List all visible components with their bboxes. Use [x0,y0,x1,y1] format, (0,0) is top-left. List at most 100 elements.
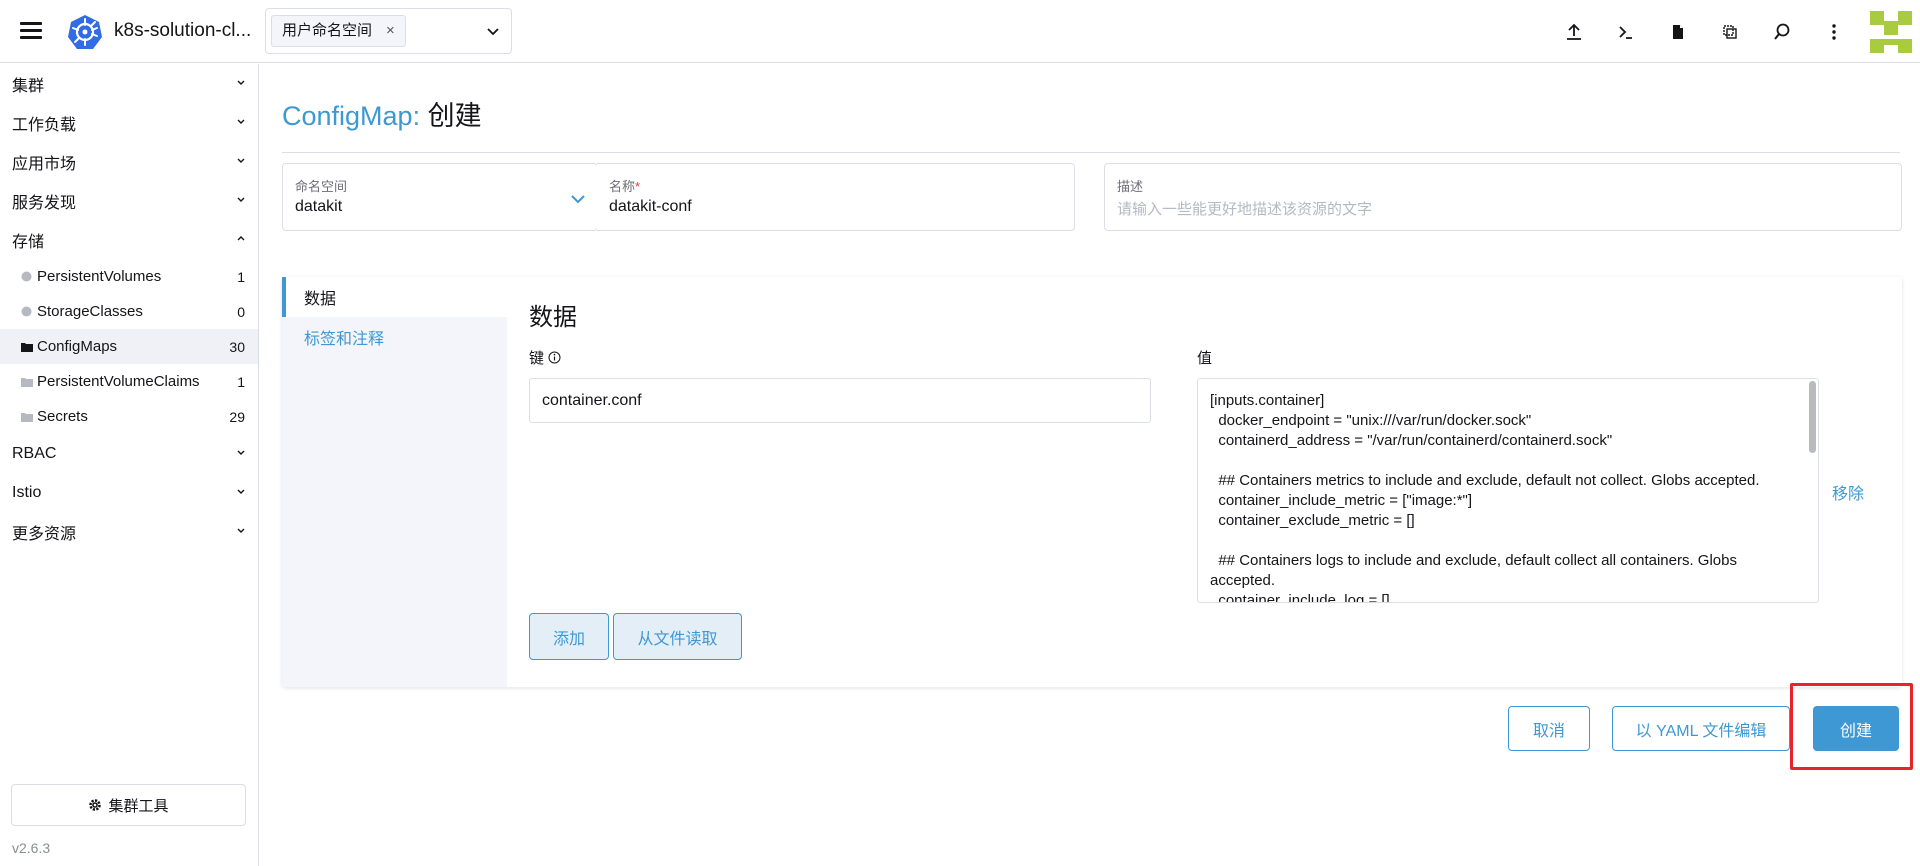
chevron-down-icon [237,528,245,533]
chevron-down-icon [237,489,245,494]
description-placeholder: 请输入一些能更好地描述该资源的文字 [1117,201,1373,218]
nav-group-label: 应用市场 [12,155,77,173]
main-content: ConfigMap: 创建 命名空间 datakit 名称* datakit-c… [260,64,1920,866]
value-label: 值 [1197,350,1213,367]
sidebar-item-secrets[interactable]: Secrets 29 [0,399,258,434]
menu-icon[interactable] [20,22,42,40]
chevron-down-icon [237,158,245,163]
version-label: v2.6.3 [12,840,51,856]
globe-icon [20,305,33,318]
folder-icon [20,410,33,423]
key-input[interactable]: container.conf [529,378,1151,423]
nav-group-workload[interactable]: 工作负载 [0,103,258,142]
nav-group-apps[interactable]: 应用市场 [0,142,258,181]
chevron-down-icon [237,80,245,85]
nav-group-storage[interactable]: 存储 [0,220,258,259]
edit-as-yaml-button[interactable]: 以 YAML 文件编辑 [1612,706,1790,751]
nav-group-service-discovery[interactable]: 服务发现 [0,181,258,220]
description-label: 描述 [1117,179,1144,194]
nav-group-istio[interactable]: Istio [0,473,258,512]
tab-labels-annotations[interactable]: 标签和注释 [282,317,507,357]
namespace-value: datakit [295,198,343,215]
name-label-text: 名称 [609,179,636,194]
sidebar-item-persistentvolumeclaims[interactable]: PersistentVolumeClaims 1 [0,364,258,399]
nav-group-label: RBAC [12,444,57,462]
key-label-text: 键 [529,350,545,367]
namespace-chip: 用户命名空间 × [271,15,406,47]
divider [282,152,1900,153]
header-actions [1548,0,1920,63]
scrollbar[interactable] [1809,381,1816,453]
cluster-tools-button[interactable]: 集群工具 [11,784,246,826]
page-title: ConfigMap: 创建 [282,94,482,133]
file-icon[interactable] [1652,0,1704,63]
read-from-file-button[interactable]: 从文件读取 [613,613,742,660]
section-title: 数据 [529,304,577,331]
required-marker: * [635,179,641,194]
side-tabs: 数据 标签和注释 [282,277,507,687]
name-label: 名称* [609,176,640,195]
info-icon[interactable] [548,351,561,364]
item-count: 29 [229,408,245,425]
name-value: datakit-conf [609,198,692,215]
nav-group-label: 工作负载 [12,116,77,134]
tab-label: 标签和注释 [304,331,385,348]
namespace-chip-label: 用户命名空间 [282,22,373,39]
add-button[interactable]: 添加 [529,613,609,660]
cluster-tools-label: 集群工具 [108,797,169,815]
folder-icon [20,375,33,388]
namespace-filter-select[interactable]: 用户命名空间 × [265,8,512,54]
sidebar-item-label: PersistentVolumeClaims [37,373,200,390]
nav-group-more-resources[interactable]: 更多资源 [0,512,258,551]
sidebar-item-label: Secrets [37,408,88,425]
page-title-resource[interactable]: ConfigMap: [282,101,420,131]
cluster-name[interactable]: k8s-solution-cl... [114,20,251,42]
sidebar-item-label: ConfigMaps [37,338,118,355]
page-title-action: 创建 [427,101,482,131]
nav-group-label: 服务发现 [12,194,77,212]
description-field[interactable]: 描述 请输入一些能更好地描述该资源的文字 [1104,163,1902,231]
nav-group-label: 存储 [12,233,45,251]
copy-icon[interactable] [1704,0,1756,63]
user-avatar-icon[interactable] [1870,10,1912,53]
upload-icon[interactable] [1548,0,1600,63]
sidebar-item-configmaps[interactable]: ConfigMaps 30 [0,329,258,364]
key-label: 键 [529,347,561,368]
chevron-down-icon [237,197,245,202]
data-card: 数据 标签和注释 数据 键 值 container.conf [inputs.c… [282,277,1902,687]
search-icon[interactable] [1756,0,1808,63]
nav-group-rbac[interactable]: RBAC [0,434,258,473]
nav-group-label: Istio [12,483,42,501]
remove-link[interactable]: 移除 [1832,480,1864,504]
more-vertical-icon[interactable] [1808,0,1860,63]
globe-icon [20,270,33,283]
chevron-down-icon [237,119,245,124]
value-textarea[interactable]: [inputs.container] docker_endpoint = "un… [1197,378,1819,603]
nav-group-label: 更多资源 [12,525,77,543]
item-count: 1 [237,268,245,285]
name-field[interactable]: 名称* datakit-conf [597,163,1075,231]
chevron-up-icon [237,236,245,241]
item-count: 0 [237,303,245,320]
chevron-down-icon [237,450,245,455]
tab-label: 数据 [304,291,337,308]
chevron-down-icon[interactable] [569,190,587,208]
terminal-icon[interactable] [1600,0,1652,63]
sidebar-item-persistentvolumes[interactable]: PersistentVolumes 1 [0,259,258,294]
cancel-button[interactable]: 取消 [1508,706,1590,751]
item-count: 1 [237,373,245,390]
nav-group-label: 集群 [12,77,45,95]
gear-icon [89,799,102,811]
top-header: k8s-solution-cl... 用户命名空间 × [0,0,1920,63]
value-text: [inputs.container] docker_endpoint = "un… [1210,392,1760,603]
sidebar-item-label: PersistentVolumes [37,268,162,285]
tab-data[interactable]: 数据 [282,277,507,317]
chip-close-icon[interactable]: × [386,16,395,46]
kubernetes-logo-icon[interactable] [67,14,103,50]
chevron-down-icon[interactable] [485,23,501,39]
highlight-box [1790,683,1913,770]
namespace-select[interactable]: 命名空间 datakit [282,163,598,231]
sidebar-item-label: StorageClasses [37,303,143,320]
sidebar-item-storageclasses[interactable]: StorageClasses 0 [0,294,258,329]
nav-group-cluster[interactable]: 集群 [0,64,258,103]
